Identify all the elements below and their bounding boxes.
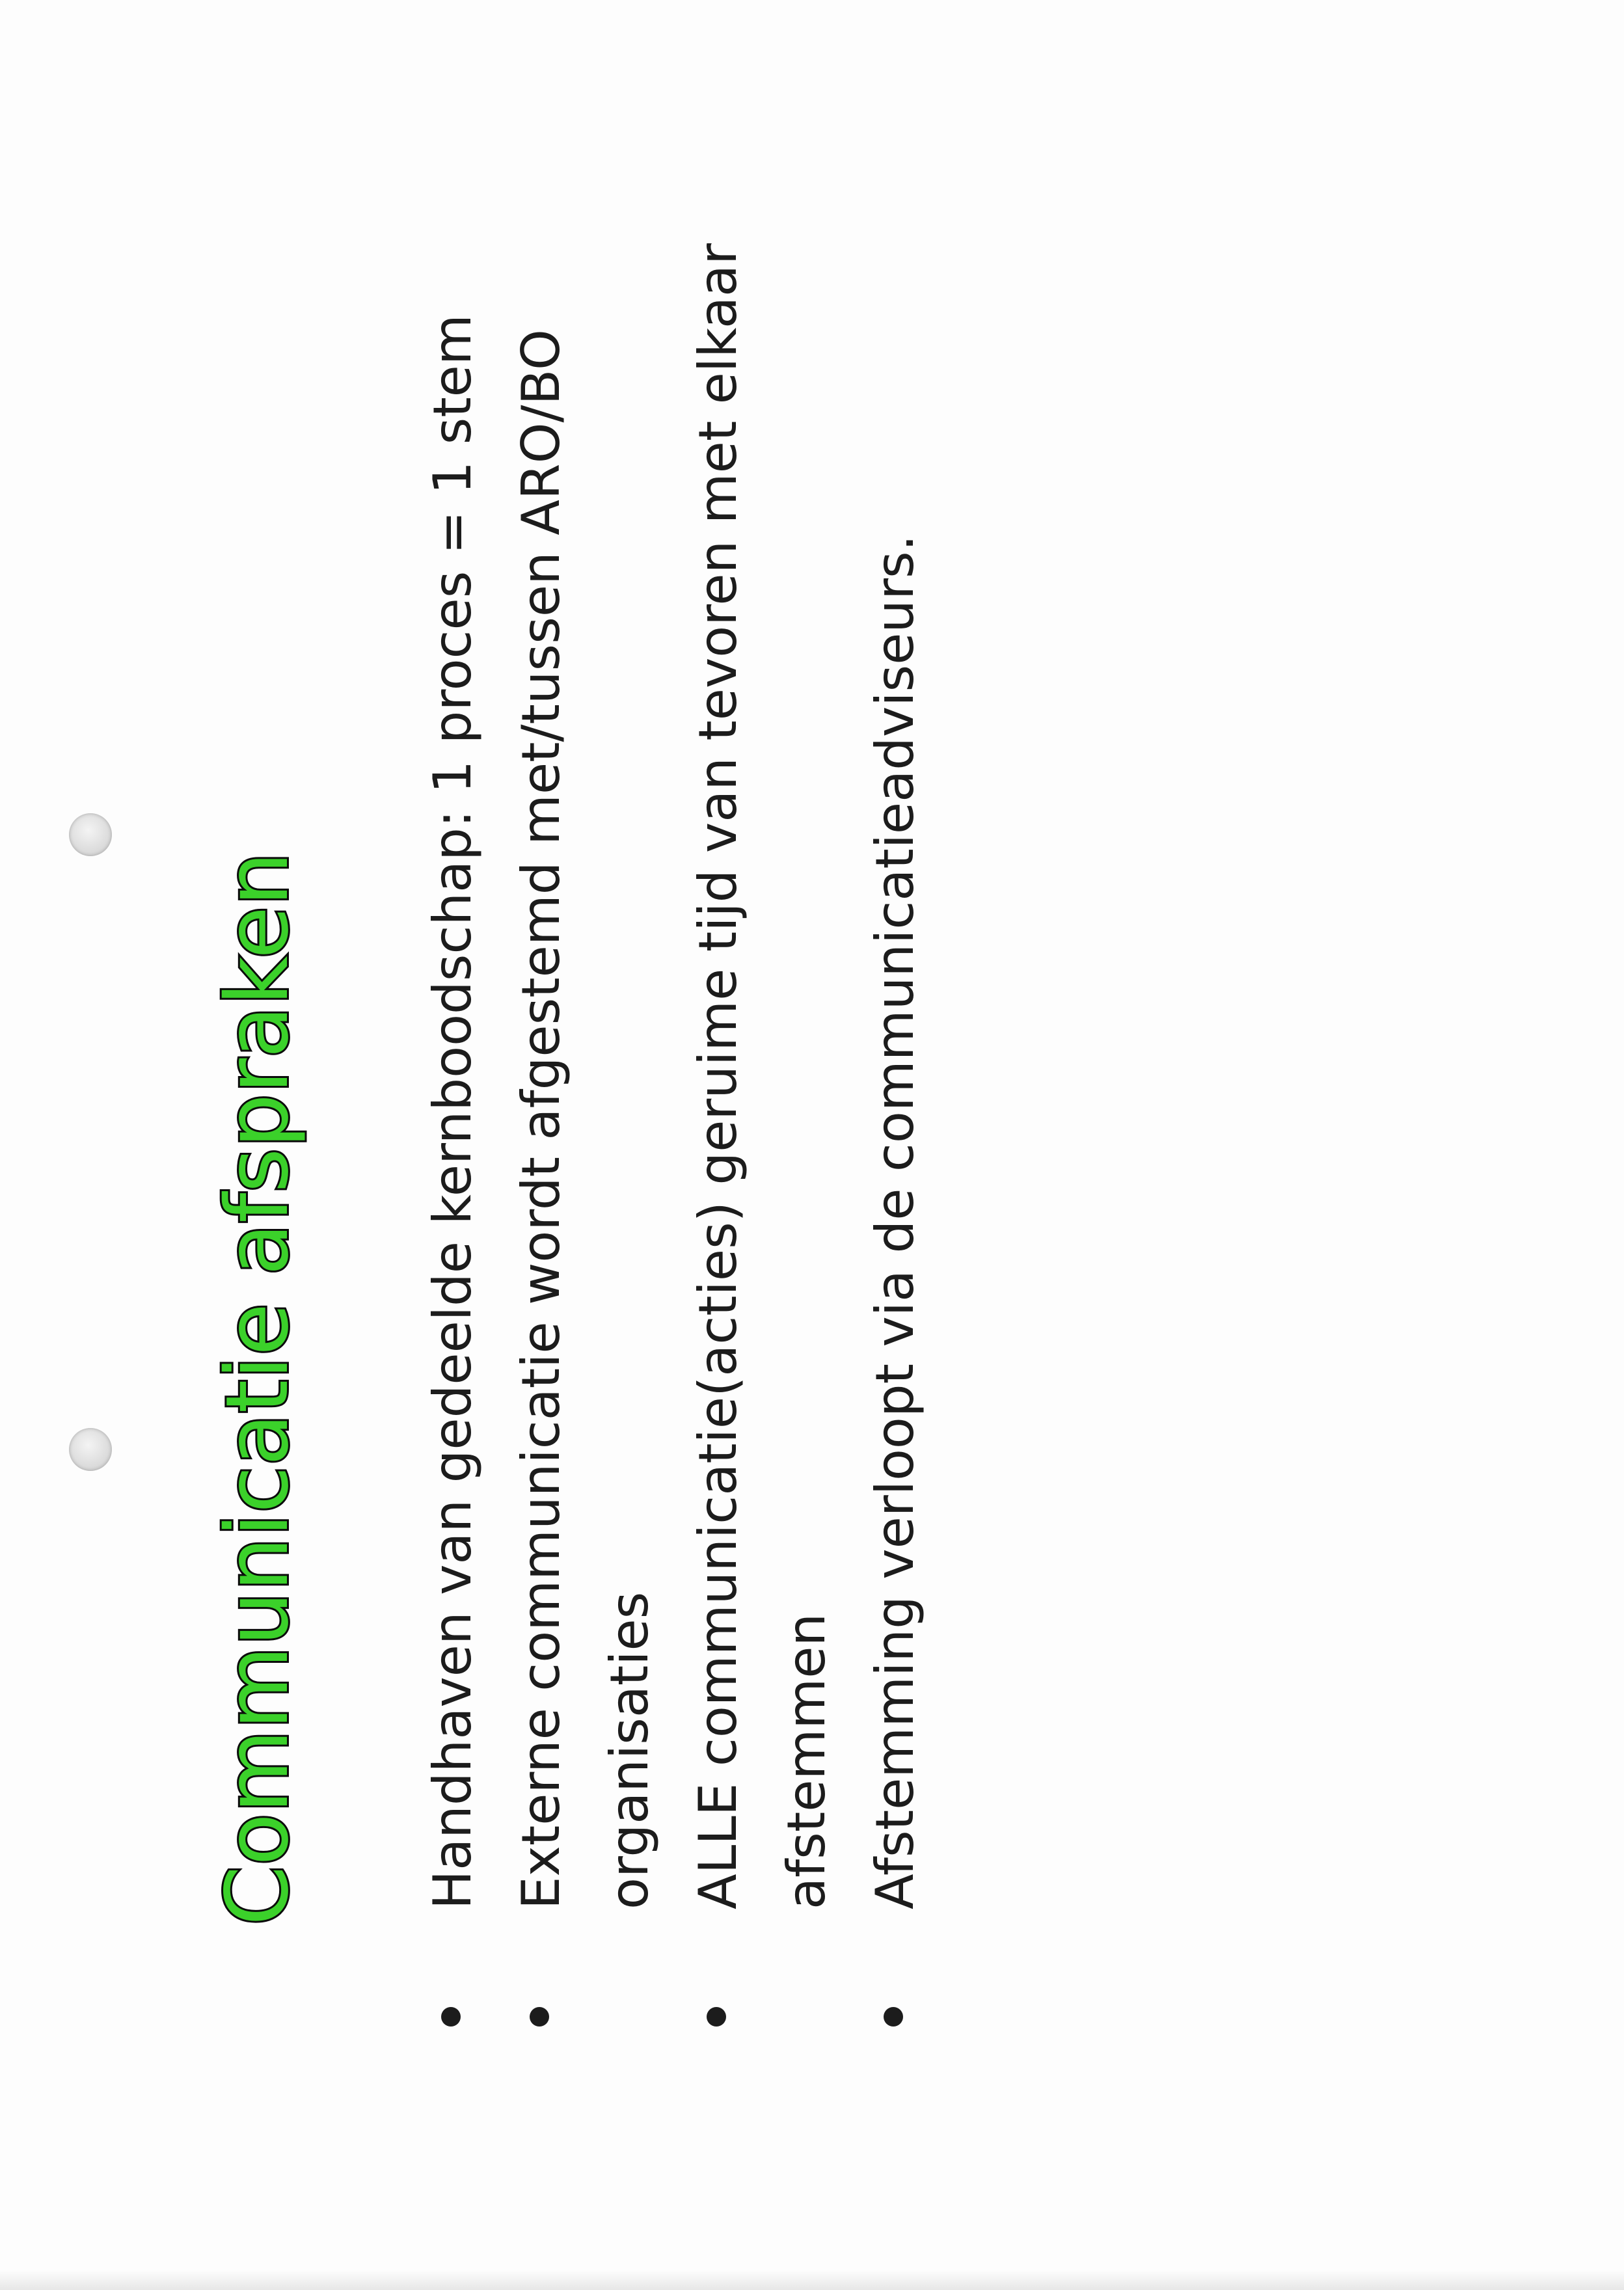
- bullet-item: Afstemming verloopt via de communicatiea…: [851, 140, 940, 2027]
- scan-edge-shadow: [0, 2270, 1624, 2290]
- bullet-text: Handhaven van gedeelde kernboodschap: 1 …: [422, 314, 483, 1909]
- slide-title: Communicatie afspraken: [206, 850, 310, 1928]
- bullet-item: Externe communicatie wordt afgestemd met…: [497, 140, 674, 2027]
- scanned-page: Communicatie afspraken Handhaven van ged…: [0, 0, 1624, 2290]
- bullet-dot-icon: [441, 2007, 461, 2027]
- bullet-dot-icon: [530, 2007, 549, 2027]
- bullet-dot-icon: [707, 2007, 726, 2027]
- bullet-text: Externe communicatie wordt afgestemd met…: [511, 329, 660, 1909]
- bullet-item: ALLE communicatie(acties) geruime tijd v…: [674, 140, 851, 2027]
- rotated-slide: Communicatie afspraken Handhaven van ged…: [0, 0, 1624, 2290]
- bullet-list: Handhaven van gedeelde kernboodschap: 1 …: [409, 140, 940, 2027]
- bullet-text: Afstemming verloopt via de communicatiea…: [865, 534, 925, 1909]
- bullet-text: ALLE communicatie(acties) geruime tijd v…: [688, 243, 837, 1909]
- bullet-item: Handhaven van gedeelde kernboodschap: 1 …: [409, 140, 497, 2027]
- bullet-dot-icon: [884, 2007, 903, 2027]
